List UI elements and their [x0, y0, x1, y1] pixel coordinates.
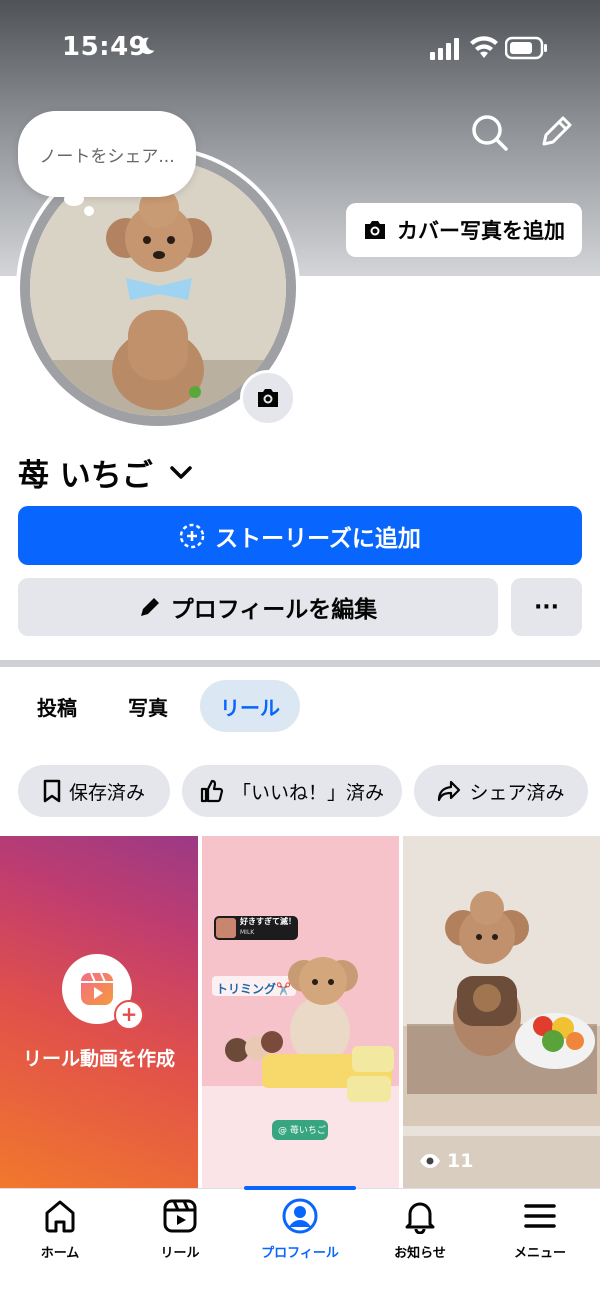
- nav-menu[interactable]: メニュー: [480, 1198, 600, 1278]
- create-reel-tile[interactable]: + リール動画を作成: [0, 836, 198, 1188]
- pencil-icon: [140, 598, 159, 616]
- tab-photos-label: 写真: [128, 695, 168, 720]
- reel-views: 11: [419, 1150, 473, 1172]
- add-cover-label: カバー写真を追加: [397, 219, 565, 243]
- tab-reels[interactable]: リール: [200, 680, 300, 732]
- tab-photos[interactable]: 写真: [108, 680, 188, 732]
- add-story-label: ストーリーズに追加: [215, 525, 421, 552]
- reel-thumbnail[interactable]: 好きすぎて滅！ MILK トリミング✂️ @ 苺いちご: [202, 836, 399, 1188]
- reel-sticker: トリミング✂️: [216, 982, 291, 996]
- nav-notifications[interactable]: お知らせ: [360, 1198, 480, 1278]
- nav-home[interactable]: ホーム: [0, 1198, 120, 1278]
- filter-shared-label: シェア済み: [469, 781, 565, 804]
- note-tail-large: [64, 192, 84, 206]
- nav-menu-label: メニュー: [513, 1246, 566, 1261]
- nav-reels[interactable]: リール: [120, 1198, 240, 1278]
- edit-profile-label: プロフィールを編集: [170, 597, 378, 623]
- profile-name: 苺 いちご: [18, 458, 153, 494]
- bookmark-icon: [43, 779, 61, 803]
- reel-caption-sub: MILK: [240, 929, 255, 936]
- create-reel-label: リール動画を作成: [22, 1048, 175, 1070]
- nav-profile[interactable]: プロフィール: [240, 1198, 360, 1278]
- chevron-down-icon: [170, 465, 192, 479]
- moon-icon: [139, 37, 155, 55]
- reel-caption-title: 好きすぎて滅！: [240, 917, 296, 926]
- nav-home-label: ホーム: [40, 1246, 80, 1261]
- battery-icon: [505, 36, 547, 60]
- note-bubble[interactable]: ノートをシェア...: [18, 111, 196, 197]
- plus-icon: +: [114, 1000, 144, 1030]
- tab-posts[interactable]: 投稿: [18, 680, 96, 732]
- filter-liked-label: 「いいね！」済み: [231, 781, 384, 804]
- nav-reels-label: リール: [160, 1246, 200, 1261]
- bell-icon: [405, 1202, 435, 1234]
- profile-icon: [282, 1198, 318, 1234]
- edit-profile-button[interactable]: プロフィールを編集: [18, 578, 498, 636]
- reels-icon: [163, 1199, 197, 1233]
- thumbs-up-icon: [200, 779, 224, 803]
- reel-thumbnail[interactable]: 11: [403, 836, 600, 1188]
- filter-shared-chip[interactable]: シェア済み: [414, 765, 588, 817]
- nav-active-indicator: [244, 1186, 356, 1190]
- filter-saved-label: 保存済み: [68, 781, 145, 804]
- add-cover-photo-button[interactable]: カバー写真を追加: [346, 203, 582, 257]
- avatar-camera-button[interactable]: [240, 370, 296, 426]
- reel-views-count: 11: [447, 1150, 474, 1172]
- camera-icon: [365, 221, 385, 239]
- camera-icon: [258, 389, 278, 407]
- more-options-button[interactable]: ···: [511, 578, 582, 636]
- wifi-icon: [470, 36, 498, 58]
- edit-pencil-icon[interactable]: [536, 112, 576, 152]
- reel-thumbnail-image: [403, 836, 600, 1188]
- add-story-icon: [179, 523, 205, 548]
- nav-notifications-label: お知らせ: [394, 1246, 446, 1261]
- add-story-button[interactable]: ストーリーズに追加: [18, 506, 582, 565]
- reel-tag: @ 苺いちご: [278, 1126, 326, 1136]
- note-placeholder: ノートをシェア...: [39, 146, 175, 167]
- signal-icon: [430, 38, 459, 60]
- section-divider: [0, 660, 600, 667]
- note-tail-small: [84, 206, 94, 216]
- tab-posts-label: 投稿: [37, 695, 77, 720]
- more-options-label: ···: [533, 594, 560, 620]
- menu-icon: [524, 1204, 556, 1228]
- filter-saved-chip[interactable]: 保存済み: [18, 765, 170, 817]
- share-icon: [438, 780, 461, 802]
- eye-icon: [420, 1154, 440, 1168]
- home-icon: [45, 1200, 75, 1233]
- tab-reels-label: リール: [220, 695, 280, 720]
- search-icon[interactable]: [469, 112, 509, 152]
- nav-profile-label: プロフィール: [261, 1246, 339, 1261]
- filter-liked-chip[interactable]: 「いいね！」済み: [182, 765, 402, 817]
- status-bar: 15:49: [0, 0, 600, 96]
- profile-name-switcher[interactable]: 苺 いちご: [18, 450, 193, 495]
